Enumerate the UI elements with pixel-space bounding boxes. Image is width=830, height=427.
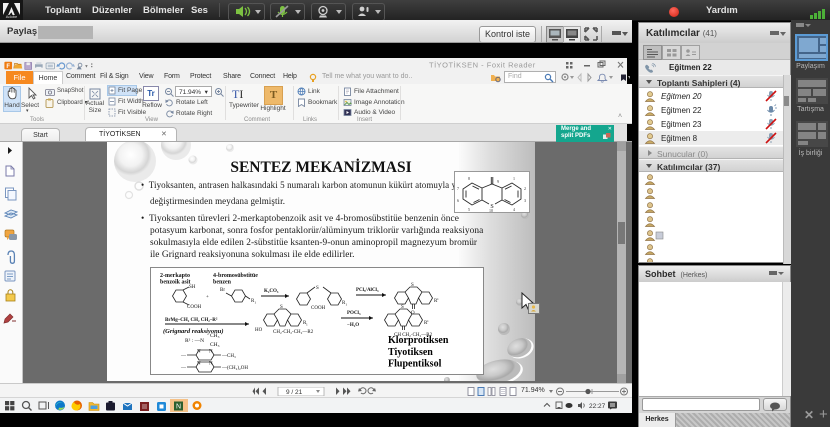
svg-text:N: N: [209, 350, 213, 355]
svg-text:1: 1: [427, 319, 429, 323]
svg-text:TİYOTİKSEN - Foxit Reader: TİYOTİKSEN - Foxit Reader: [429, 61, 536, 70]
svg-text:Tiyotiksen: Tiyotiksen: [388, 347, 433, 358]
svg-text:Flupentiksol: Flupentiksol: [388, 359, 442, 370]
svg-text:Adobe: Adobe: [6, 14, 18, 19]
svg-text:22:27: 22:27: [589, 403, 606, 410]
svg-text:1: 1: [306, 323, 308, 327]
svg-text:F: F: [6, 64, 10, 70]
svg-text:5: 5: [468, 207, 470, 212]
svg-text:1: 1: [255, 301, 257, 305]
svg-text:—: —: [180, 354, 187, 359]
svg-text:COOH: COOH: [187, 305, 202, 310]
svg-text:4: 4: [513, 207, 515, 212]
svg-text:2: 2: [524, 186, 526, 191]
svg-text:3: 3: [524, 198, 526, 203]
svg-text:CH₃: CH₃: [210, 333, 220, 339]
svg-text:CH₂-CH₂-CH₂—R2: CH₂-CH₂-CH₂—R2: [273, 330, 314, 335]
svg-text:SH: SH: [189, 285, 196, 290]
svg-text:POCl₃: POCl₃: [347, 311, 361, 316]
svg-text:6: 6: [457, 198, 459, 203]
svg-text:N: N: [197, 350, 201, 355]
svg-text:HO: HO: [255, 328, 263, 333]
svg-text:1: 1: [513, 176, 515, 181]
svg-text:Klorprotiksen: Klorprotiksen: [388, 335, 449, 346]
svg-text:9: 9: [497, 179, 499, 184]
svg-text:—(CH₂)₂OH: —(CH₂)₂OH: [221, 366, 248, 371]
svg-text:N: N: [176, 404, 181, 411]
svg-text:BrMg–CH₂ CH₂ CH₂–R²: BrMg–CH₂ CH₂ CH₂–R²: [165, 317, 218, 323]
svg-text:4-bromosübstitüe: 4-bromosübstitüe: [213, 273, 258, 279]
svg-text:N: N: [209, 362, 213, 367]
svg-text:—CH₃: —CH₃: [221, 354, 236, 359]
svg-text:9 / 21: 9 / 21: [286, 389, 303, 396]
svg-text:COOH: COOH: [311, 306, 326, 311]
svg-text:S: S: [401, 305, 404, 310]
svg-text:S: S: [280, 305, 283, 310]
svg-text:S: S: [411, 283, 414, 288]
svg-text:7: 7: [457, 186, 459, 191]
svg-text:2-merkapto: 2-merkapto: [160, 273, 190, 279]
svg-text:10: 10: [489, 208, 493, 212]
svg-text:+: +: [206, 295, 209, 300]
svg-text:K₂CO₃: K₂CO₃: [264, 289, 279, 294]
svg-text:1: 1: [437, 297, 439, 301]
svg-text:—: —: [180, 366, 187, 371]
svg-text:Br: Br: [220, 288, 225, 293]
svg-text:1: 1: [346, 303, 348, 307]
svg-text:S: S: [316, 286, 319, 291]
svg-text:PCl₅/AlCl₃: PCl₅/AlCl₃: [356, 288, 379, 293]
svg-text:N: N: [197, 362, 201, 367]
svg-text:8: 8: [468, 176, 470, 181]
svg-text:CH₃: CH₃: [210, 342, 220, 348]
svg-text:R² : —N: R² : —N: [185, 338, 204, 344]
svg-text:benzoik asit: benzoik asit: [160, 280, 191, 286]
svg-text:benzen: benzen: [213, 280, 232, 286]
svg-text:−H₂O: −H₂O: [347, 323, 359, 328]
